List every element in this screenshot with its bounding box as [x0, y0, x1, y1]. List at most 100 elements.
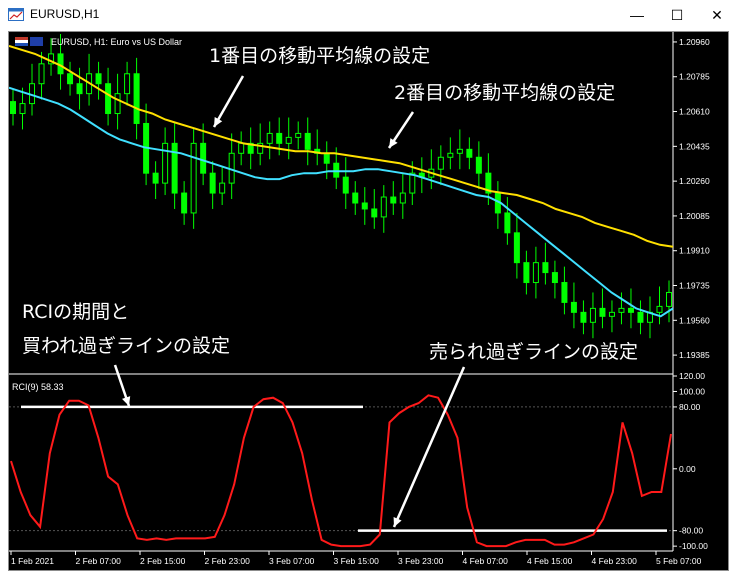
candle-body — [570, 301, 577, 313]
rci-tick-label: 80.00 — [679, 402, 701, 412]
candle-body — [399, 192, 406, 204]
price-tick-label: 1.20785 — [679, 72, 710, 82]
candle-body — [181, 192, 188, 214]
candle-body — [295, 132, 302, 138]
candle-body — [342, 176, 349, 194]
oversold-arrow — [392, 366, 466, 528]
price-tick-label: 1.20960 — [679, 37, 710, 47]
time-tick-label: 5 Feb 07:00 — [656, 556, 702, 566]
candle-body — [637, 311, 644, 323]
time-tick-label: 1 Feb 2021 — [11, 556, 54, 566]
price-tick-label: 1.19385 — [679, 350, 710, 360]
candle-body — [333, 162, 340, 178]
candle-body — [323, 152, 330, 164]
maximize-button[interactable]: ☐ — [659, 0, 695, 30]
candle-body — [466, 148, 473, 158]
indicator-label: RCI(9) 58.33 — [12, 382, 64, 392]
time-tick-label: 4 Feb 15:00 — [527, 556, 573, 566]
candle-body — [532, 262, 539, 284]
candle-body — [409, 172, 416, 194]
candle-body — [551, 272, 558, 284]
candle-body — [523, 262, 530, 284]
candle-body — [162, 142, 169, 184]
candle-body — [475, 156, 482, 174]
candle-body — [656, 305, 663, 313]
candle-body — [19, 103, 26, 115]
rci-line — [10, 394, 672, 548]
time-tick-label: 2 Feb 07:00 — [76, 556, 122, 566]
price-tick-label: 1.20085 — [679, 211, 710, 221]
candle-body — [513, 232, 520, 264]
rci-tick-label: -80.00 — [679, 526, 703, 536]
window-titlebar: EURUSD,H1 — ☐ ✕ — [0, 0, 739, 30]
candle-body — [380, 196, 387, 218]
time-tick-label: 3 Feb 07:00 — [269, 556, 315, 566]
candle-body — [456, 148, 463, 154]
chart-frame[interactable]: 1.20960 1.20785 1.20610 1.20435 1.20260 1.200… — [8, 31, 729, 571]
candle-body — [361, 202, 368, 210]
annotation-ma2: 2番目の移動平均線の設定 — [394, 82, 616, 104]
candle-body — [504, 212, 511, 234]
us-flag-icon — [15, 37, 28, 46]
annotation-overbought: 買われ過ぎラインの設定 — [22, 335, 231, 357]
candle-body — [190, 142, 197, 214]
rci-tick-label: 120.00 — [679, 371, 705, 381]
candle-body — [580, 311, 587, 323]
symbol-label: EURUSD, H1: Euro vs US Dollar — [51, 37, 183, 47]
candle-body — [276, 132, 283, 144]
overbought-arrow-head — [122, 396, 131, 406]
candle-body — [437, 156, 444, 170]
candle-body — [38, 63, 45, 85]
candle-body — [10, 101, 16, 115]
candle-body — [618, 307, 625, 313]
candle-body — [561, 282, 568, 303]
minimize-button[interactable]: — — [619, 0, 655, 30]
annotation-rci-period: RCIの期間と — [22, 301, 130, 323]
candle-body — [209, 172, 216, 194]
close-button[interactable]: ✕ — [699, 0, 735, 30]
candle-body — [589, 307, 596, 323]
price-tick-label: 1.19910 — [679, 246, 710, 256]
time-tick-label: 4 Feb 23:00 — [592, 556, 638, 566]
candle-body — [124, 73, 131, 95]
price-tick-label: 1.20610 — [679, 107, 710, 117]
candle-body — [666, 291, 672, 307]
candle-body — [304, 132, 311, 150]
ma-slow-line — [9, 44, 674, 248]
ma-fast-line — [9, 86, 674, 318]
candle-body — [200, 142, 207, 174]
rci-tick-label: 100.00 — [679, 386, 705, 396]
candle-body — [238, 142, 245, 154]
candle-body — [542, 262, 549, 274]
price-tick-label: 1.19560 — [679, 315, 710, 325]
chart-window-icon — [8, 8, 24, 21]
price-tick-label: 1.20435 — [679, 141, 710, 151]
candle-body — [352, 192, 359, 204]
time-tick-label: 4 Feb 07:00 — [463, 556, 509, 566]
annotation-oversold: 売られ過ぎラインの設定 — [429, 341, 639, 363]
time-tick-label: 2 Feb 15:00 — [140, 556, 186, 566]
candle-body — [133, 73, 140, 124]
candle-body — [95, 73, 102, 85]
candle-body — [371, 208, 378, 218]
candle-body — [627, 307, 634, 313]
candle-body — [171, 142, 178, 194]
candle-body — [447, 152, 454, 158]
price-tick-label: 1.19735 — [679, 281, 710, 291]
time-tick-label: 3 Feb 23:00 — [398, 556, 444, 566]
rci-tick-label: -100.00 — [679, 541, 708, 551]
candle-body — [76, 83, 83, 95]
eu-flag-icon — [30, 37, 43, 46]
candle-body — [152, 172, 159, 184]
candle-body — [599, 307, 606, 317]
candle-body — [390, 196, 397, 204]
candle-body — [67, 73, 74, 85]
candle-body — [608, 311, 615, 317]
time-tick-label: 2 Feb 23:00 — [205, 556, 251, 566]
window-title: EURUSD,H1 — [30, 7, 100, 21]
price-tick-label: 1.20260 — [679, 176, 710, 186]
rci-tick-label: 0.00 — [679, 464, 696, 474]
candle-body — [219, 182, 226, 194]
time-tick-label: 3 Feb 15:00 — [334, 556, 380, 566]
annotation-ma1: 1番目の移動平均線の設定 — [209, 45, 431, 67]
